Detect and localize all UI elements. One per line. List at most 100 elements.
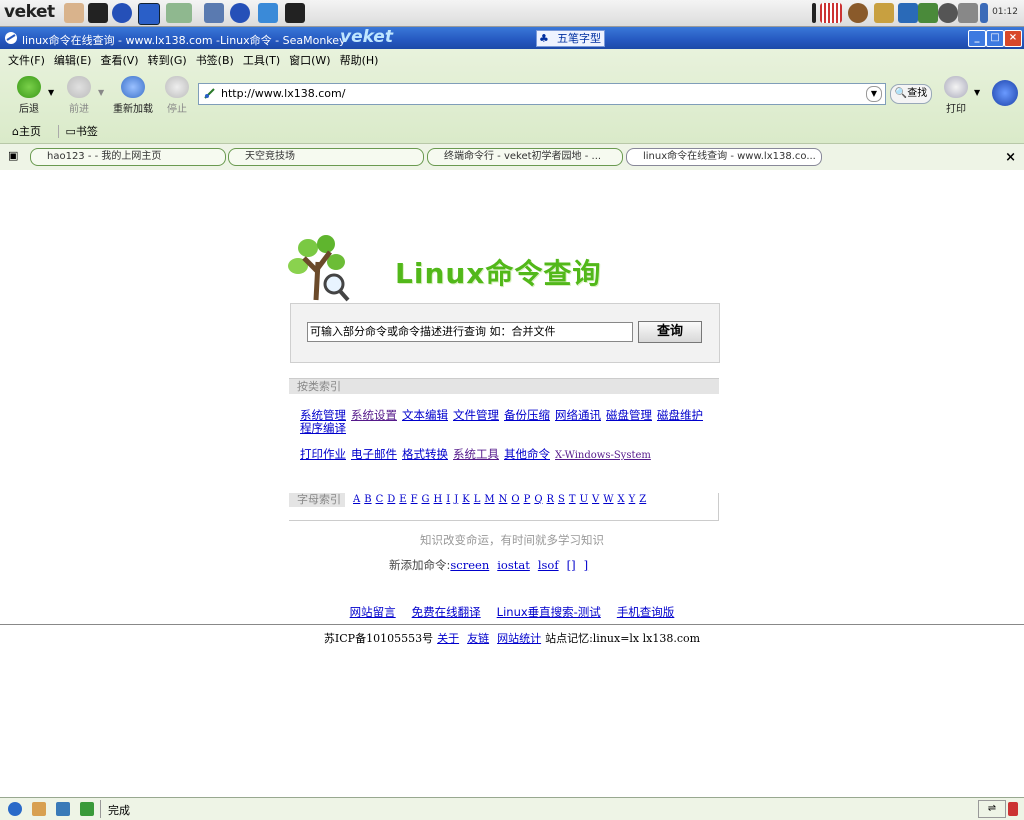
category-link[interactable]: 磁盘维护	[657, 408, 703, 422]
printer-icon[interactable]	[64, 3, 84, 23]
chat-icon[interactable]	[898, 3, 918, 23]
tab-arena[interactable]: 天空竞技场	[228, 148, 424, 166]
menu-window[interactable]: 窗口(W)	[289, 52, 330, 68]
console-icon[interactable]	[285, 3, 305, 23]
menu-bookmarks[interactable]: 书签(B)	[196, 52, 234, 68]
navigator-icon[interactable]	[8, 802, 22, 816]
url-dropdown-icon[interactable]: ▼	[866, 86, 882, 102]
stats-link[interactable]: 网站统计	[497, 632, 541, 645]
close-button[interactable]: ×	[1004, 30, 1022, 47]
category-link[interactable]: 文件管理	[453, 408, 499, 422]
category-link[interactable]: X-Windows-System	[555, 450, 651, 461]
new-command-link[interactable]: ]	[584, 558, 589, 572]
category-link[interactable]: 网络通讯	[555, 408, 601, 422]
category-link[interactable]: 打印作业	[300, 447, 346, 461]
letter-link[interactable]: A	[353, 494, 360, 505]
menu-view[interactable]: 查看(V)	[100, 52, 138, 68]
forward-dropdown-icon[interactable]: ▼	[98, 88, 104, 97]
about-link[interactable]: 关于	[437, 632, 459, 645]
letter-link[interactable]: V	[592, 494, 599, 505]
letter-link[interactable]: H	[434, 494, 443, 505]
addressbook-icon[interactable]	[80, 802, 94, 816]
letter-link[interactable]: F	[411, 494, 418, 505]
letter-link[interactable]: K	[462, 494, 469, 505]
package-icon[interactable]	[874, 3, 894, 23]
new-command-link[interactable]: []	[567, 558, 576, 572]
print-dropdown-icon[interactable]: ▼	[974, 88, 980, 97]
category-link[interactable]: 磁盘管理	[606, 408, 652, 422]
forward-button[interactable]: 前进	[62, 76, 96, 115]
maximize-button[interactable]: □	[986, 30, 1004, 47]
address-bar[interactable]: http://www.lx138.com/ ▼	[198, 83, 886, 105]
back-button[interactable]: 后退	[12, 76, 46, 115]
letter-link[interactable]: G	[422, 494, 430, 505]
letter-link[interactable]: B	[364, 494, 371, 505]
letter-link[interactable]: W	[603, 494, 613, 505]
close-tab-button[interactable]: ×	[1005, 150, 1016, 165]
letter-link[interactable]: P	[524, 494, 531, 505]
user-icon[interactable]	[848, 3, 868, 23]
letter-link[interactable]: I	[446, 494, 450, 505]
letter-link[interactable]: C	[376, 494, 384, 505]
footer-link[interactable]: 网站留言	[350, 605, 396, 619]
letter-link[interactable]: R	[547, 494, 555, 505]
mail-icon[interactable]	[32, 802, 46, 816]
tab-hao123[interactable]: hao123 - - 我的上网主页	[30, 148, 226, 166]
bookmarks-folder[interactable]: ▭书签	[58, 125, 98, 138]
tab-terminal[interactable]: 终端命令行 - veket初学者园地 - ...	[427, 148, 623, 166]
footer-link[interactable]: 免费在线翻译	[412, 605, 481, 619]
letter-link[interactable]: U	[580, 494, 588, 505]
letter-link[interactable]: S	[558, 494, 565, 505]
search-input[interactable]: 可输入部分命令或命令描述进行查询 如：合并文件	[307, 322, 633, 342]
home-bookmark[interactable]: ⌂主页	[12, 125, 41, 138]
ime-indicator[interactable]: ♣ 五笔字型	[536, 30, 605, 47]
back-dropdown-icon[interactable]: ▼	[48, 88, 54, 97]
category-link[interactable]: 系统管理	[300, 408, 346, 422]
pin-icon[interactable]	[258, 3, 278, 23]
category-link[interactable]: 程序编译	[300, 421, 346, 435]
tab-lx138[interactable]: linux命令在线查询 - www.lx138.co...	[626, 148, 822, 166]
window-titlebar[interactable]: linux命令在线查询 - www.lx138.com -Linux命令 - S…	[0, 27, 1024, 49]
letter-link[interactable]: D	[387, 494, 395, 505]
category-link[interactable]: 系统设置	[351, 408, 397, 422]
seamonkey-throbber-icon[interactable]	[992, 80, 1018, 106]
letter-link[interactable]: O	[511, 494, 519, 505]
letter-link[interactable]: Y	[629, 494, 636, 505]
menu-go[interactable]: 转到(G)	[148, 52, 187, 68]
category-link[interactable]: 文本编辑	[402, 408, 448, 422]
letter-link[interactable]: J	[454, 494, 458, 505]
category-link[interactable]: 其他命令	[504, 447, 550, 461]
new-command-link[interactable]: screen	[450, 558, 489, 572]
menu-help[interactable]: 帮助(H)	[340, 52, 379, 68]
print-button[interactable]: 打印	[940, 76, 972, 115]
stop-button[interactable]: 停止	[162, 76, 192, 115]
blank-task-icon[interactable]	[166, 3, 192, 23]
letter-link[interactable]: Q	[534, 494, 542, 505]
letter-link[interactable]: T	[569, 494, 576, 505]
category-link[interactable]: 电子邮件	[351, 447, 397, 461]
find-button[interactable]: 🔍查找	[890, 84, 932, 104]
new-command-link[interactable]: iostat	[497, 558, 530, 572]
connection-icon[interactable]: ⇌	[978, 800, 1006, 818]
footer-link[interactable]: 手机查询版	[617, 605, 675, 619]
letter-link[interactable]: X	[618, 494, 625, 505]
category-link[interactable]: 格式转换	[402, 447, 448, 461]
new-tab-icon[interactable]: ▣	[8, 149, 18, 162]
friends-link[interactable]: 友链	[467, 632, 489, 645]
pencil-icon[interactable]	[918, 3, 938, 23]
url-text[interactable]: http://www.lx138.com/	[221, 87, 345, 100]
search-button[interactable]: 查询	[638, 321, 702, 343]
network-icon[interactable]	[938, 3, 958, 23]
letter-link[interactable]: L	[474, 494, 481, 505]
new-command-link[interactable]: lsof	[538, 558, 559, 572]
browser-icon[interactable]	[112, 3, 132, 23]
composer-icon[interactable]	[56, 802, 70, 816]
terminal-icon[interactable]	[88, 3, 108, 23]
footer-link[interactable]: Linux垂直搜索-测试	[497, 605, 601, 619]
volume-icon[interactable]	[958, 3, 978, 23]
seamonkey-icon[interactable]	[230, 3, 250, 23]
letter-link[interactable]: N	[499, 494, 508, 505]
category-link[interactable]: 备份压缩	[504, 408, 550, 422]
letter-link[interactable]: E	[399, 494, 406, 505]
edit-icon[interactable]	[204, 3, 224, 23]
